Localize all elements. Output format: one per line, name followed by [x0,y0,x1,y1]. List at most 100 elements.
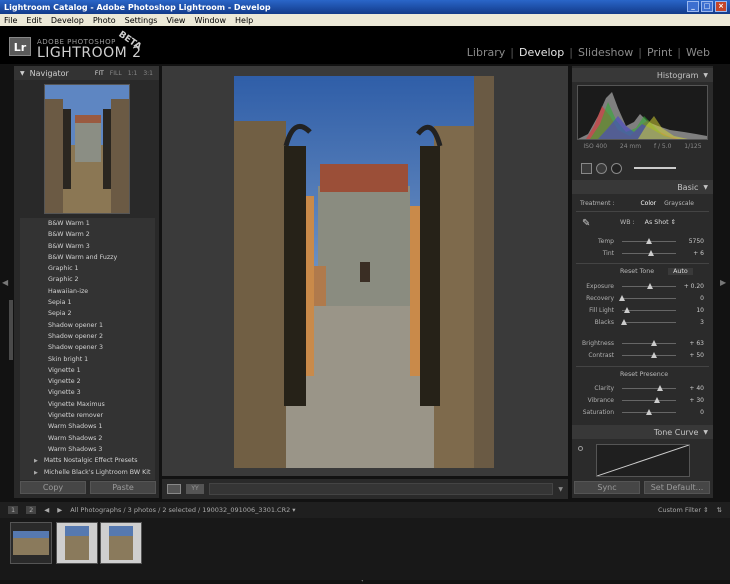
module-web[interactable]: Web [686,46,710,59]
before-after-button[interactable]: YY [186,484,204,494]
slider-knob[interactable] [651,352,658,358]
vibrance-slider[interactable]: Vibrance + 30 [580,395,704,406]
preset-item[interactable]: Vignette 2 [20,376,155,387]
reset-tone-label[interactable]: Reset Tone [620,268,654,275]
treatment-grayscale[interactable]: Grayscale [664,200,694,207]
film-thumb[interactable] [56,522,98,564]
menu-settings[interactable]: Settings [125,16,158,25]
saturation-slider[interactable]: Saturation 0 [580,407,704,418]
graduated-filter-icon[interactable] [634,167,676,169]
preset-item[interactable]: Skin bright 1 [20,354,155,365]
brightness-slider[interactable]: Brightness + 63 [580,338,704,349]
preset-item[interactable]: Graphic 1 [20,263,155,274]
preset-item[interactable]: Vignette 3 [20,387,155,398]
exposure-slider[interactable]: Exposure + 0.20 [580,281,704,292]
navigator-preview[interactable] [44,84,130,214]
preset-item[interactable]: Vignette 1 [20,365,155,376]
basic-header[interactable]: Basic ▼ [572,180,713,194]
left-panel-scrollbar[interactable] [9,300,13,360]
copy-button[interactable]: Copy [20,481,86,494]
menu-edit[interactable]: Edit [26,16,42,25]
main-photo[interactable] [234,76,494,468]
loupe-view-button[interactable] [167,484,181,494]
collapse-triangle-icon[interactable]: ▼ [20,70,25,77]
clarity-slider[interactable]: Clarity + 40 [580,383,704,394]
module-library[interactable]: Library [467,46,505,59]
recovery-slider[interactable]: Recovery 0 [580,293,704,304]
slider-knob[interactable] [647,283,654,289]
zoom-fill[interactable]: FILL [110,70,122,77]
collapse-triangle-icon[interactable]: ▼ [703,184,708,191]
left-panel-toggle-icon[interactable]: ◀ [2,278,8,287]
preset-item[interactable]: Shadow opener 1 [20,320,155,331]
slider-knob[interactable] [654,397,661,403]
preset-folder[interactable]: ▶ Michelle Black's Lightroom BW Kit [20,467,155,478]
slider-knob[interactable] [646,238,652,244]
target-adjust-icon[interactable] [578,446,583,451]
filmstrip-path[interactable]: All Photographs / 3 photos / 2 selected … [70,506,295,514]
module-develop[interactable]: Develop [519,46,564,59]
preset-item[interactable]: B&W Warm 1 [20,218,155,229]
preset-item[interactable]: Hawaiian-ize [20,286,155,297]
preset-folder[interactable]: ▶ Matts Nostalgic Effect Presets [20,455,155,466]
forward-arrow-icon[interactable]: ▶ [57,506,62,514]
zoom-fit[interactable]: FIT [95,70,104,77]
module-slideshow[interactable]: Slideshow [578,46,633,59]
menu-develop[interactable]: Develop [51,16,84,25]
preset-item[interactable]: Vignette Maximus [20,399,155,410]
temp-slider[interactable]: Temp 5750 [580,236,704,247]
toolbar-menu-icon[interactable]: ▼ [558,486,563,493]
fill-light-slider[interactable]: Fill Light 10 [580,305,704,316]
menu-help[interactable]: Help [235,16,253,25]
collapse-triangle-icon[interactable]: ▼ [703,429,708,436]
crop-tool-icon[interactable] [581,162,592,174]
menu-window[interactable]: Window [194,16,226,25]
menu-photo[interactable]: Photo [93,16,116,25]
tone-curve-graph[interactable] [596,444,690,477]
treatment-color[interactable]: Color [640,200,656,207]
preset-item[interactable]: B&W Warm 2 [20,229,155,240]
slider-knob[interactable] [619,295,625,301]
preset-item[interactable]: B&W Warm 3 [20,241,155,252]
film-thumb[interactable] [10,522,52,564]
preset-item[interactable]: Graphic 2 [20,274,155,285]
set-default-button[interactable]: Set Default... [644,481,710,494]
auto-tone-button[interactable]: Auto [668,268,693,275]
minimize-button[interactable]: _ [687,1,699,12]
back-arrow-icon[interactable]: ◀ [44,506,49,514]
slider-knob[interactable] [656,385,663,391]
slider-knob[interactable] [651,340,658,346]
film-thumb[interactable] [100,522,142,564]
preset-item[interactable]: B&W Warm and Fuzzy [20,252,155,263]
blacks-slider[interactable]: Blacks 3 [580,317,704,328]
contrast-slider[interactable]: Contrast + 50 [580,350,704,361]
preset-item[interactable]: Sepia 2 [20,308,155,319]
sync-button[interactable]: Sync [574,481,640,494]
tone-curve-header[interactable]: Tone Curve ▼ [572,425,713,439]
preset-item[interactable]: Warm Shadows 2 [20,433,155,444]
menu-view[interactable]: View [166,16,185,25]
reset-presence-label[interactable]: Reset Presence [620,371,668,378]
tint-slider[interactable]: Tint + 6 [580,248,704,259]
slider-knob[interactable] [620,319,627,325]
maximize-button[interactable]: □ [701,1,713,12]
collapse-triangle-icon[interactable]: ▼ [703,72,708,79]
custom-filter-dropdown[interactable]: Custom Filter ⇕ [658,506,709,514]
white-balance-eyedropper-icon[interactable]: ✎ [582,218,590,229]
menu-file[interactable]: File [4,16,17,25]
preset-item[interactable]: Shadow opener 3 [20,342,155,353]
right-panel-toggle-icon[interactable]: ▶ [720,278,726,287]
slider-knob[interactable] [646,409,652,415]
page-2-button[interactable]: 2 [26,506,37,514]
preset-item[interactable]: Warm Shadows 1 [20,421,155,432]
zoom-1to1[interactable]: 1:1 [128,70,138,77]
wb-dropdown[interactable]: As Shot ⇕ [645,219,676,226]
preset-item[interactable]: Shadow opener 2 [20,331,155,342]
preset-item[interactable]: Warm Shadows 3 [20,444,155,455]
slider-knob[interactable] [647,250,654,256]
spot-removal-icon[interactable] [596,162,607,174]
zoom-3to1[interactable]: 3:1 [143,70,153,77]
module-print[interactable]: Print [647,46,672,59]
histogram-header[interactable]: Histogram ▼ [572,68,713,82]
preset-item[interactable]: Vignette remover [20,410,155,421]
